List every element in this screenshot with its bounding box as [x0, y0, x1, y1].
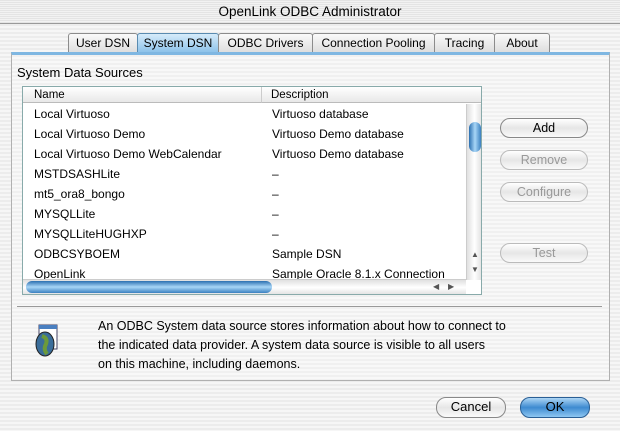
scroll-down-arrow-icon[interactable]: ▼ — [471, 265, 479, 274]
info-line: An ODBC System data source stores inform… — [98, 319, 506, 333]
add-button[interactable]: Add — [500, 118, 588, 138]
tab-odbc-drivers[interactable]: ODBC Drivers — [218, 33, 313, 52]
scroll-right-arrow-icon[interactable]: ▶ — [448, 282, 454, 291]
table-row[interactable]: MSTDSASHLite – — [23, 164, 466, 184]
section-title: System Data Sources — [17, 65, 143, 80]
dsn-description: Sample DSN — [272, 247, 342, 261]
dsn-name: Local Virtuoso Demo WebCalendar — [34, 147, 222, 161]
cancel-button[interactable]: Cancel — [436, 397, 506, 418]
title-bar: OpenLink ODBC Administrator — [0, 0, 620, 24]
remove-button[interactable]: Remove — [500, 150, 588, 170]
dsn-description: Virtuoso database — [272, 107, 369, 121]
dsn-name: Local Virtuoso Demo — [34, 127, 146, 141]
dsn-name: MSTDSASHLite — [34, 167, 121, 181]
info-line: the indicated data provider. A system da… — [98, 338, 486, 352]
horizontal-scrollbar[interactable]: ◀ ▶ — [23, 279, 466, 294]
vertical-scroll-thumb[interactable] — [469, 122, 481, 152]
dsn-description: – — [272, 227, 279, 241]
scroll-left-arrow-icon[interactable]: ◀ — [433, 282, 439, 291]
tab-connection-pooling[interactable]: Connection Pooling — [312, 33, 435, 52]
table-row[interactable]: MYSQLLiteHUGHXP – — [23, 224, 466, 244]
dsn-description: – — [272, 167, 279, 181]
tab-system-dsn[interactable]: System DSN — [137, 33, 219, 52]
dsn-description: Virtuoso Demo database — [272, 127, 404, 141]
dsn-name: MYSQLLite — [34, 207, 96, 221]
table-row[interactable]: ODBCSYBOEM Sample DSN — [23, 244, 466, 264]
scroll-up-arrow-icon[interactable]: ▲ — [471, 250, 479, 259]
dsn-name: Local Virtuoso — [34, 107, 110, 121]
dsn-name: MYSQLLiteHUGHXP — [34, 227, 147, 241]
test-button[interactable]: Test — [500, 243, 588, 263]
tab-user-dsn[interactable]: User DSN — [68, 33, 138, 52]
column-header-description[interactable]: Description — [262, 87, 481, 103]
table-row[interactable]: mt5_ora8_bongo – — [23, 184, 466, 204]
tab-about[interactable]: About — [494, 33, 550, 52]
ok-button[interactable]: OK — [520, 397, 590, 418]
dsn-name: mt5_ora8_bongo — [34, 187, 125, 201]
column-header-name[interactable]: Name — [23, 87, 262, 103]
dsn-name: ODBCSYBOEM — [34, 247, 121, 261]
dsn-description: – — [272, 187, 279, 201]
tab-tracing[interactable]: Tracing — [434, 33, 495, 52]
table-row[interactable]: Local Virtuoso Demo Virtuoso Demo databas… — [23, 124, 466, 144]
vertical-scrollbar[interactable]: ▲ ▼ — [466, 104, 481, 280]
horizontal-scroll-thumb[interactable] — [26, 281, 272, 293]
info-text: An ODBC System data source stores inform… — [98, 317, 506, 374]
odbc-globe-icon — [34, 324, 58, 358]
table-row[interactable]: Local Virtuoso Demo WebCalendar Virtuoso … — [23, 144, 466, 164]
configure-button[interactable]: Configure — [500, 182, 588, 202]
info-line: on this machine, including daemons. — [98, 357, 301, 371]
dsn-description: – — [272, 207, 279, 221]
table-row[interactable]: Local Virtuoso Virtuoso database — [23, 104, 466, 124]
dsn-table[interactable]: Name Description Local Virtuoso Virtuoso … — [22, 86, 482, 295]
table-row[interactable]: MYSQLLite – — [23, 204, 466, 224]
separator — [17, 306, 602, 307]
dsn-description: Virtuoso Demo database — [272, 147, 404, 161]
